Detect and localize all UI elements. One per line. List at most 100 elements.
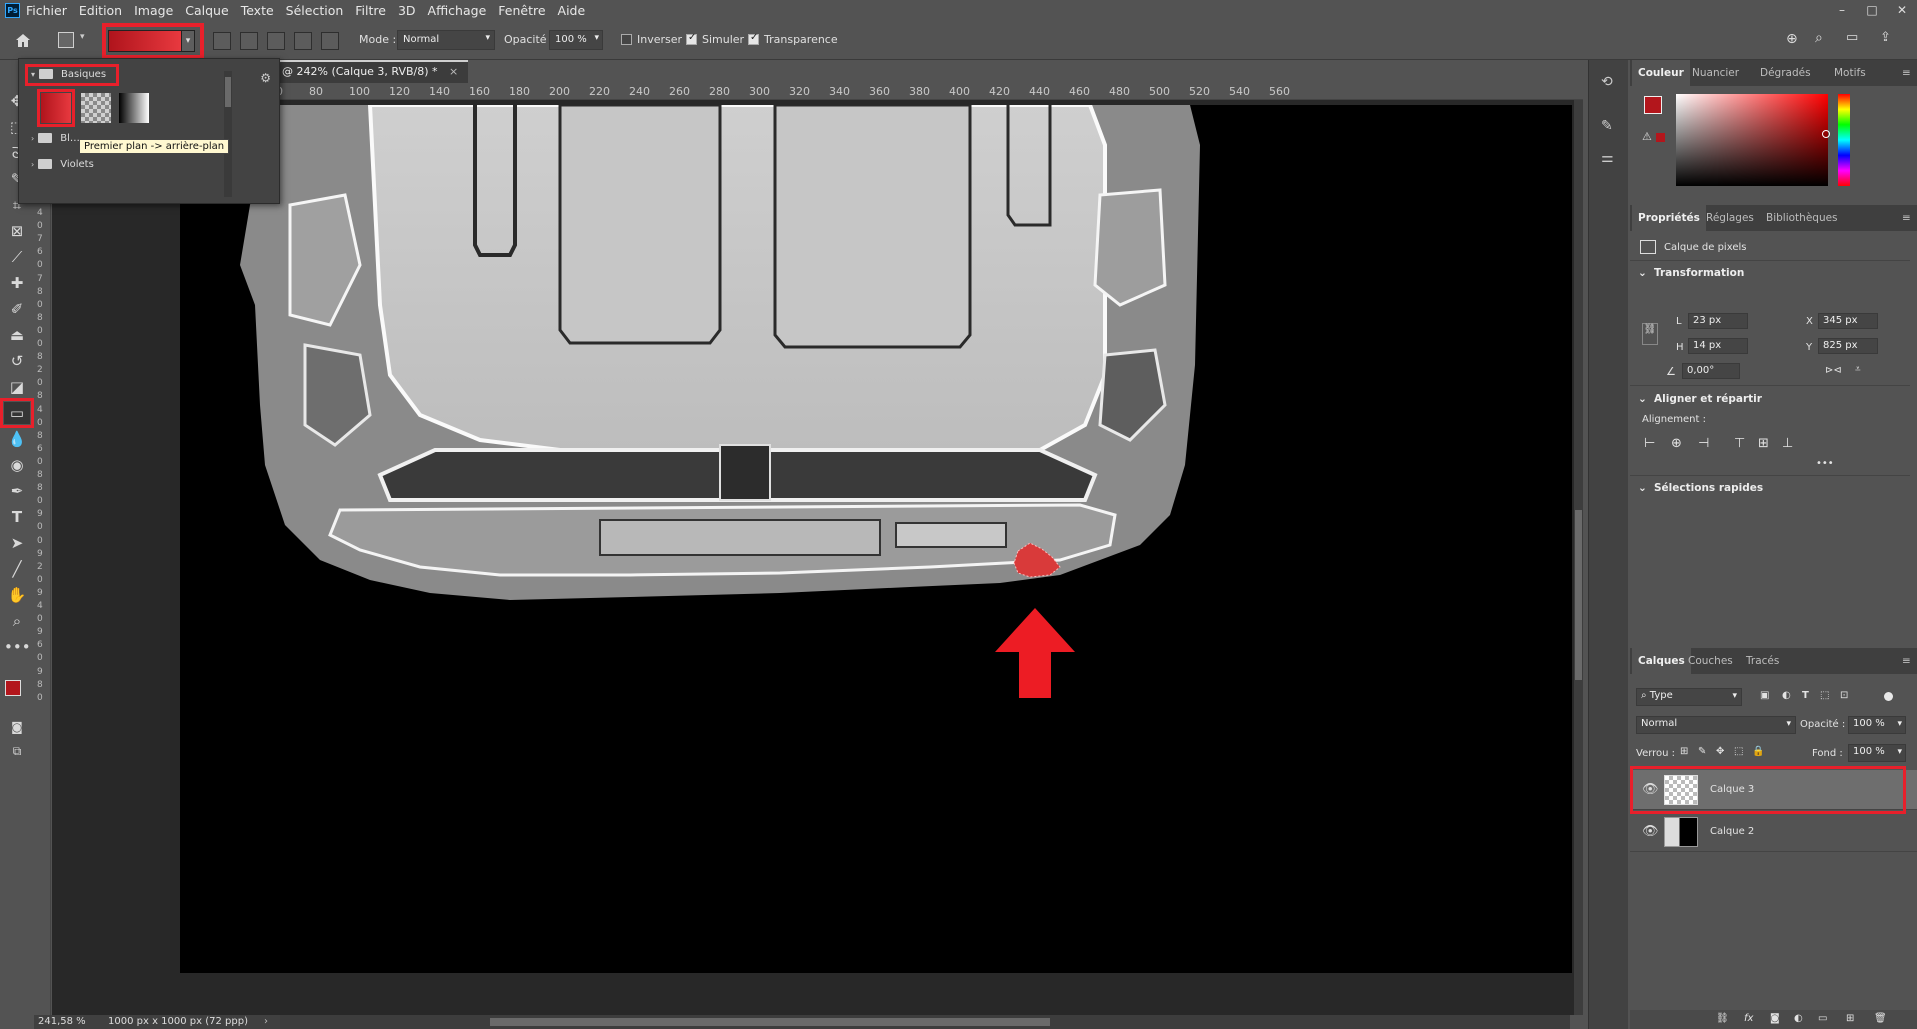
angle-gradient-button[interactable] [267, 32, 285, 50]
popup-scroll-thumb[interactable] [225, 77, 231, 107]
gradient-swatch-transparent[interactable] [81, 93, 111, 123]
align-left-icon[interactable]: ⊢ [1644, 436, 1655, 451]
hue-slider[interactable] [1838, 94, 1850, 186]
screen-mode-icon[interactable]: ⧉ [4, 740, 30, 762]
menu-fichier[interactable]: Fichier [26, 3, 67, 18]
reflected-gradient-button[interactable] [294, 32, 312, 50]
transparency-checkbox[interactable] [748, 32, 759, 45]
frame-icon[interactable]: ⊠ [4, 220, 30, 242]
path-select-icon[interactable]: ➤ [4, 532, 30, 554]
tab-traces[interactable]: Tracés [1740, 648, 1785, 674]
tool-preset-icon[interactable] [58, 32, 74, 48]
angle-input[interactable]: 0,00° [1682, 363, 1740, 379]
menu-3d[interactable]: 3D [398, 3, 416, 18]
home-icon[interactable] [14, 32, 32, 48]
menu-image[interactable]: Image [134, 3, 173, 18]
align-section-chevron-icon[interactable]: ⌄ [1638, 393, 1647, 405]
mode-select[interactable]: Normal ▾ [397, 30, 495, 50]
linear-gradient-button[interactable] [213, 32, 231, 50]
color-panel-menu-icon[interactable]: ≡ [1896, 60, 1917, 86]
tab-couleur[interactable]: Couleur [1632, 60, 1690, 86]
menu-calque[interactable]: Calque [185, 3, 228, 18]
popup-scrollbar[interactable] [224, 71, 232, 197]
filter-pixel-icon[interactable]: ▣ [1760, 690, 1769, 701]
new-group-icon[interactable]: ▭ [1818, 1013, 1827, 1024]
layer-opacity-input[interactable]: 100 % ▾ [1848, 716, 1906, 734]
share-icon[interactable]: ⊕ [1786, 31, 1798, 47]
cloud-upload-icon[interactable]: ⇪ [1880, 30, 1891, 45]
lock-pixels-icon[interactable]: ✎ [1698, 746, 1706, 757]
zoom-icon[interactable]: ⌕ [4, 610, 30, 632]
quick-actions-chevron-icon[interactable]: ⌄ [1638, 482, 1647, 494]
layer-name[interactable]: Calque 2 [1710, 826, 1754, 837]
menu-filtre[interactable]: Filtre [355, 3, 386, 18]
more-options-button[interactable]: ••• [1816, 458, 1834, 469]
tab-motifs[interactable]: Motifs [1828, 60, 1872, 86]
hand-icon[interactable]: ✋ [4, 584, 30, 606]
align-title[interactable]: Aligner et répartir [1654, 393, 1762, 405]
canvas-area[interactable] [52, 100, 1583, 1015]
document-canvas[interactable] [180, 105, 1572, 973]
vertical-scrollbar[interactable] [1574, 100, 1583, 1015]
layer-row-calque-2[interactable]: 👁 Calque 2 [1630, 812, 1917, 852]
filter-shape-icon[interactable]: ⬚ [1820, 690, 1829, 701]
reverse-checkbox[interactable] [621, 34, 632, 45]
new-layer-icon[interactable]: ⊞ [1846, 1013, 1854, 1024]
lock-transparency-icon[interactable]: ⊞ [1680, 746, 1688, 757]
align-bottom-icon[interactable]: ⊥ [1782, 436, 1793, 451]
menu-aide[interactable]: Aide [558, 3, 586, 18]
blend-mode-select[interactable]: Normal ▾ [1636, 716, 1796, 734]
close-tab-icon[interactable]: × [449, 65, 458, 78]
eraser-icon[interactable]: ◪ [4, 376, 30, 398]
align-middle-icon[interactable]: ⊞ [1758, 436, 1769, 451]
lock-position-icon[interactable]: ✥ [1716, 746, 1724, 757]
visibility-eye-icon[interactable]: 👁 [1642, 824, 1659, 839]
align-top-icon[interactable]: ⊤ [1734, 436, 1745, 451]
filter-type-icon[interactable]: T [1802, 690, 1809, 701]
tab-proprietes[interactable]: Propriétés [1632, 205, 1706, 231]
y-input[interactable]: 825 px [1818, 338, 1878, 354]
photoshop-logo-icon[interactable]: Ps [5, 3, 20, 18]
tab-couches[interactable]: Couches [1682, 648, 1739, 674]
search-icon[interactable]: ⌕ [1815, 30, 1823, 46]
foreground-color-chip[interactable] [1644, 96, 1662, 114]
menu-fenetre[interactable]: Fenêtre [498, 3, 545, 18]
opacity-field[interactable]: 100 % ▾ [549, 30, 603, 50]
properties-menu-icon[interactable]: ≡ [1896, 205, 1917, 231]
width-input[interactable]: 23 px [1688, 313, 1748, 329]
quick-actions-title[interactable]: Sélections rapides [1654, 482, 1763, 494]
gamut-warning-swatch[interactable] [1656, 133, 1665, 142]
tab-degrades[interactable]: Dégradés [1754, 60, 1817, 86]
filter-toggle-icon[interactable] [1884, 692, 1893, 701]
color-picker-handle[interactable] [1822, 130, 1830, 138]
document-tab[interactable]: @ 242% (Calque 3, RVB/8) * × [272, 60, 469, 83]
dodge-icon[interactable]: ◉ [4, 454, 30, 476]
lock-all-icon[interactable]: 🔒 [1752, 746, 1764, 757]
stamp-icon[interactable]: ⏏ [4, 324, 30, 346]
menu-texte[interactable]: Texte [241, 3, 274, 18]
delete-layer-icon[interactable]: 🗑 [1874, 1013, 1887, 1024]
status-menu-chevron-icon[interactable]: › [264, 1015, 268, 1029]
layer-filter-select[interactable]: ⌕ Type ▾ [1636, 688, 1742, 706]
gradient-swatch-black-white[interactable] [119, 93, 149, 123]
type-icon[interactable]: T [4, 506, 30, 528]
folder-bleus[interactable]: › Bl… [31, 133, 80, 144]
menu-affichage[interactable]: Affichage [428, 3, 487, 18]
quick-mask-icon[interactable]: ◙ [4, 716, 30, 738]
line-icon[interactable]: ╱ [4, 558, 30, 580]
menu-selection[interactable]: Sélection [286, 3, 344, 18]
transformation-title[interactable]: Transformation [1654, 267, 1744, 279]
tab-reglages[interactable]: Réglages [1700, 205, 1760, 231]
height-input[interactable]: 14 px [1688, 338, 1748, 354]
zoom-level[interactable]: 241,58 % [38, 1015, 86, 1029]
flip-vertical-icon[interactable]: ⩡ [1855, 364, 1861, 375]
blur-icon[interactable]: 💧 [4, 428, 30, 450]
filter-adjust-icon[interactable]: ◐ [1782, 690, 1791, 701]
foreground-color-swatch[interactable] [5, 680, 21, 696]
brush-settings-icon[interactable]: ✎ [1601, 118, 1613, 134]
pen-icon[interactable]: ✒ [4, 480, 30, 502]
diamond-gradient-button[interactable] [321, 32, 339, 50]
gear-icon[interactable]: ⚙ [260, 71, 271, 85]
transformation-section-chevron-icon[interactable]: ⌄ [1638, 267, 1647, 279]
color-field[interactable] [1676, 94, 1830, 186]
